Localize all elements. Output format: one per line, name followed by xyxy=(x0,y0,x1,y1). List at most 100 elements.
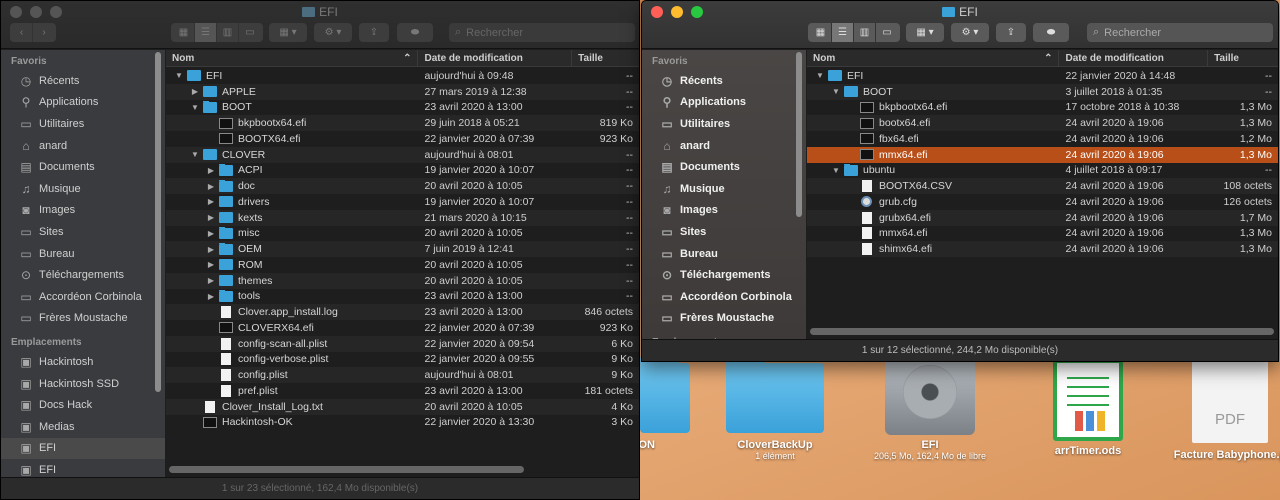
table-row[interactable]: ▼ BOOT 3 juillet 2018 à 01:35 -- xyxy=(807,83,1278,100)
forward-button[interactable]: › xyxy=(33,23,55,42)
action-gear-button[interactable]: ⚙ ▾ xyxy=(314,23,352,42)
table-row[interactable]: ▶ tools 23 avril 2020 à 13:00 -- xyxy=(166,289,639,305)
disclosure-open-icon[interactable]: ▼ xyxy=(190,150,200,159)
sidebar-item-hackintosh-ssd[interactable]: ▣ Hackintosh SSD xyxy=(1,373,165,395)
table-row[interactable]: ▼ CLOVER aujourd'hui à 08:01 -- xyxy=(166,146,639,163)
table-row[interactable]: bootx64.efi 24 avril 2020 à 19:06 1,3 Mo xyxy=(807,115,1278,131)
share-button[interactable]: ⇪ xyxy=(996,23,1026,42)
disclosure-open-icon[interactable]: ▼ xyxy=(831,166,841,175)
sidebar-item-bureau[interactable]: ▭ Bureau xyxy=(1,243,165,265)
column-view-button[interactable]: ▥ xyxy=(217,23,239,42)
icon-view-button[interactable]: ▦ xyxy=(810,23,832,42)
gallery-view-button[interactable]: ▭ xyxy=(876,23,898,42)
search-field[interactable]: ⌕ Rechercher xyxy=(1087,23,1273,42)
disclosure-closed-icon[interactable]: ▶ xyxy=(206,182,216,191)
sidebar-item-t-l-chargements[interactable]: ⊙ Téléchargements xyxy=(1,264,165,286)
sidebar-item-accord-on-corbinola[interactable]: ▭ Accordéon Corbinola xyxy=(1,286,165,308)
sidebar-item-musique[interactable]: ♫ Musique xyxy=(1,178,165,200)
tag-button[interactable]: ⬬ xyxy=(1033,23,1069,42)
desktop-item-arrtimer[interactable]: arrTimer.ods xyxy=(1038,359,1138,457)
table-row[interactable]: config-verbose.plist 22 janvier 2020 à 09… xyxy=(166,352,639,368)
tag-button[interactable]: ⬬ xyxy=(397,23,433,42)
action-gear-button[interactable]: ⚙ ▾ xyxy=(951,23,989,42)
icon-view-button[interactable]: ▦ xyxy=(173,23,195,42)
sidebar-scrollbar[interactable] xyxy=(796,52,802,217)
disclosure-closed-icon[interactable]: ▶ xyxy=(206,166,216,175)
table-row[interactable]: BOOTX64.efi 22 janvier 2020 à 07:39 923 Ko xyxy=(166,131,639,147)
disclosure-closed-icon[interactable]: ▶ xyxy=(206,245,216,254)
desktop-item-cloverbackup[interactable]: CloverBackUp 1 élément xyxy=(725,355,825,461)
list-view-button[interactable]: ☰ xyxy=(832,23,854,42)
disclosure-closed-icon[interactable]: ▶ xyxy=(206,229,216,238)
table-row[interactable]: pref.plist 23 avril 2020 à 13:00 181 octet… xyxy=(166,383,639,399)
sidebar-item-docs-hack[interactable]: ▣ Docs Hack xyxy=(1,394,165,416)
back-button[interactable]: ‹ xyxy=(11,23,33,42)
sidebar-item-applications[interactable]: ⚲ Applications xyxy=(1,92,165,114)
table-row[interactable]: bkpbootx64.efi 29 juin 2018 à 05:21 819 Ko xyxy=(166,115,639,131)
table-row[interactable]: bkpbootx64.efi 17 octobre 2018 à 10:38 1,3… xyxy=(807,100,1278,116)
table-row[interactable]: ▼ EFI aujourd'hui à 09:48 -- xyxy=(166,68,639,84)
titlebar[interactable]: EFI ▦ ☰ ▥ ▭ ▦ ▾ ⚙ ▾ ⇪ ⬬ ⌕ Rechercher xyxy=(642,1,1278,49)
table-row[interactable]: ▶ misc 20 avril 2020 à 10:05 -- xyxy=(166,226,639,242)
table-row[interactable]: mmx64.efi 24 avril 2020 à 19:06 1,3 Mo xyxy=(807,146,1278,163)
sidebar-item-fr-res-moustache[interactable]: ▭ Frères Moustache xyxy=(642,308,806,330)
sidebar-item-r-cents[interactable]: ◷ Récents xyxy=(1,70,165,92)
group-by-button[interactable]: ▦ ▾ xyxy=(269,23,307,42)
column-view-button[interactable]: ▥ xyxy=(854,23,876,42)
table-row[interactable]: Clover_Install_Log.txt 20 avril 2020 à 10… xyxy=(166,398,639,415)
disclosure-open-icon[interactable]: ▼ xyxy=(190,103,200,112)
table-row[interactable]: ▶ themes 20 avril 2020 à 10:05 -- xyxy=(166,272,639,289)
sidebar-item-anard[interactable]: ⌂ anard xyxy=(1,135,165,157)
disclosure-open-icon[interactable]: ▼ xyxy=(174,71,184,80)
sidebar-item-documents[interactable]: ▤ Documents xyxy=(1,156,165,178)
sidebar-item-efi[interactable]: ▣ EFI xyxy=(1,437,165,460)
sidebar-scrollbar[interactable] xyxy=(155,52,161,392)
column-header-date[interactable]: Date de modification xyxy=(418,50,573,66)
column-header-date[interactable]: Date de modification xyxy=(1059,50,1209,66)
column-header-name[interactable]: Nom ⌃ xyxy=(807,50,1060,66)
sidebar-item-images[interactable]: ◙ Images xyxy=(642,200,806,222)
table-row[interactable]: shimx64.efi 24 avril 2020 à 19:06 1,3 Mo xyxy=(807,241,1278,257)
sidebar-item-accord-on-corbinola[interactable]: ▭ Accordéon Corbinola xyxy=(642,286,806,308)
desktop-item-efi-disk[interactable]: EFI 206,5 Mo, 162,4 Mo de libre xyxy=(855,357,1005,461)
column-header-size[interactable]: Taille xyxy=(572,50,639,66)
table-row[interactable]: ▼ ubuntu 4 juillet 2018 à 09:17 -- xyxy=(807,163,1278,179)
sidebar-item-hackintosh[interactable]: ▣ Hackintosh xyxy=(1,351,165,373)
disclosure-closed-icon[interactable]: ▶ xyxy=(206,213,216,222)
sidebar-item-t-l-chargements[interactable]: ⊙ Téléchargements xyxy=(642,264,806,286)
column-header-name[interactable]: Nom ⌃ xyxy=(166,50,419,66)
table-row[interactable]: ▶ APPLE 27 mars 2019 à 12:38 -- xyxy=(166,83,639,100)
table-row[interactable]: config.plist aujourd'hui à 08:01 9 Ko xyxy=(166,367,639,383)
sidebar-item-sites[interactable]: ▭ Sites xyxy=(642,221,806,243)
table-row[interactable]: fbx64.efi 24 avril 2020 à 19:06 1,2 Mo xyxy=(807,131,1278,147)
sidebar-item-images[interactable]: ◙ Images xyxy=(1,200,165,222)
sidebar-item-r-cents[interactable]: ◷ Récents xyxy=(642,70,806,92)
table-row[interactable]: grub.cfg 24 avril 2020 à 19:06 126 octets xyxy=(807,194,1278,210)
disclosure-closed-icon[interactable]: ▶ xyxy=(206,276,216,285)
table-row[interactable]: config-scan-all.plist 22 janvier 2020 à 0… xyxy=(166,335,639,352)
disclosure-open-icon[interactable]: ▼ xyxy=(815,71,825,80)
table-row[interactable]: BOOTX64.CSV 24 avril 2020 à 19:06 108 octe… xyxy=(807,178,1278,194)
table-row[interactable]: ▶ ACPI 19 janvier 2020 à 10:07 -- xyxy=(166,163,639,179)
search-field[interactable]: ⌕ Rechercher xyxy=(449,23,635,42)
table-row[interactable]: ▶ doc 20 avril 2020 à 10:05 -- xyxy=(166,178,639,194)
sidebar-item-fr-res-moustache[interactable]: ▭ Frères Moustache xyxy=(1,308,165,330)
sidebar-item-sites[interactable]: ▭ Sites xyxy=(1,221,165,243)
disclosure-closed-icon[interactable]: ▶ xyxy=(206,197,216,206)
disclosure-closed-icon[interactable]: ▶ xyxy=(206,260,216,269)
disclosure-closed-icon[interactable]: ▶ xyxy=(206,292,216,301)
table-row[interactable]: grubx64.efi 24 avril 2020 à 19:06 1,7 Mo xyxy=(807,209,1278,226)
sidebar-item-medias[interactable]: ▣ Medias xyxy=(1,416,165,438)
table-row[interactable]: ▼ BOOT 23 avril 2020 à 13:00 -- xyxy=(166,100,639,116)
table-row[interactable]: ▼ EFI 22 janvier 2020 à 14:48 -- xyxy=(807,68,1278,84)
gallery-view-button[interactable]: ▭ xyxy=(239,23,261,42)
table-row[interactable]: Clover.app_install.log 23 avril 2020 à 13… xyxy=(166,304,639,320)
table-row[interactable]: ▶ kexts 21 mars 2020 à 10:15 -- xyxy=(166,209,639,226)
titlebar[interactable]: EFI ‹ › ▦ ☰ ▥ ▭ ▦ ▾ ⚙ ▾ ⇪ ⬬ ⌕ Rechercher xyxy=(1,1,639,49)
table-row[interactable]: ▶ drivers 19 janvier 2020 à 10:07 -- xyxy=(166,194,639,210)
table-row[interactable]: Hackintosh-OK 22 janvier 2020 à 13:30 3 Ko xyxy=(166,415,639,431)
desktop-item-facture[interactable]: PDF Facture Babyphone.p xyxy=(1170,359,1280,461)
sidebar-item-documents[interactable]: ▤ Documents xyxy=(642,156,806,178)
table-row[interactable]: mmx64.efi 24 avril 2020 à 19:06 1,3 Mo xyxy=(807,226,1278,242)
group-by-button[interactable]: ▦ ▾ xyxy=(906,23,944,42)
